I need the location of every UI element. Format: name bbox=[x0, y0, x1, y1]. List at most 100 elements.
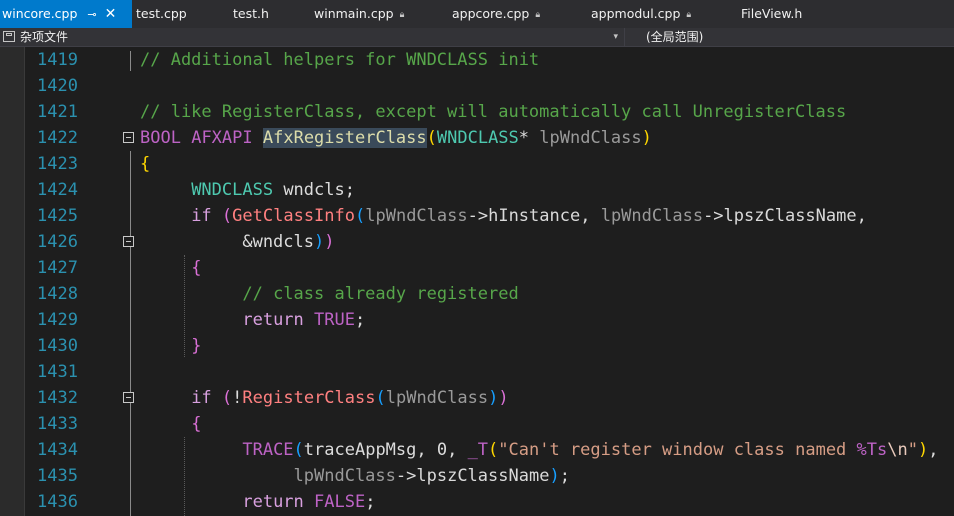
code-text: { bbox=[140, 255, 201, 281]
line-number: 1423 bbox=[37, 154, 78, 174]
tab-bar: wincore.cpp ⊸ ✕ test.cpp test.h winmain.cp… bbox=[0, 0, 954, 28]
tab-label: wincore.cpp bbox=[2, 6, 78, 21]
code-text: return TRUE; bbox=[140, 307, 365, 333]
code-line[interactable]: 1422 BOOL AFXAPI AfxRegisterClass(WNDCLAS… bbox=[0, 125, 954, 151]
code-text: // Additional helpers for WNDCLASS init bbox=[140, 47, 539, 73]
code-line[interactable]: 1430 } bbox=[0, 333, 954, 359]
code-text: // class already registered bbox=[140, 281, 519, 307]
code-token: ( bbox=[488, 440, 499, 460]
code-token: TRACE bbox=[242, 440, 294, 460]
code-token: ) bbox=[324, 232, 335, 252]
code-token: return bbox=[242, 310, 304, 330]
project-scope-dropdown[interactable]: 杂项文件 ▾ bbox=[0, 28, 625, 46]
code-token: " bbox=[907, 440, 918, 460]
code-token: { bbox=[191, 414, 202, 434]
code-token: ) bbox=[641, 128, 652, 148]
code-line[interactable]: 1434 TRACE(traceAppMsg, 0, _T("Can't reg… bbox=[0, 437, 954, 463]
line-number: 1424 bbox=[37, 180, 78, 200]
collapse-toggle-icon[interactable] bbox=[123, 132, 134, 143]
tab-test-cpp[interactable]: test.cpp bbox=[136, 0, 187, 28]
tab-label: test.h bbox=[233, 6, 269, 21]
code-token: ( bbox=[375, 388, 386, 408]
collapse-toggle-icon[interactable] bbox=[123, 236, 134, 247]
code-token: GetClassInfo bbox=[232, 206, 355, 226]
close-icon[interactable]: ✕ bbox=[105, 0, 117, 28]
line-number: 1427 bbox=[37, 258, 78, 278]
code-token: // class already registered bbox=[242, 284, 519, 304]
tab-test-h[interactable]: test.h bbox=[233, 0, 269, 28]
tab-winmain-cpp[interactable]: winmain.cpp 🔒︎ bbox=[314, 0, 404, 28]
code-token: -> bbox=[467, 206, 489, 226]
code-line[interactable]: 1428 // class already registered bbox=[0, 281, 954, 307]
code-token: ( bbox=[293, 440, 304, 460]
code-line[interactable]: 1424 WNDCLASS wndcls; bbox=[0, 177, 954, 203]
code-token: lpszClassName bbox=[723, 206, 857, 226]
code-token: if bbox=[191, 206, 212, 226]
code-line[interactable]: 1436 return FALSE; bbox=[0, 489, 954, 515]
line-number: 1422 bbox=[37, 128, 78, 148]
tab-appcore-cpp[interactable]: appcore.cpp 🔒︎ bbox=[452, 0, 540, 28]
code-editor[interactable]: 1419 // Additional helpers for WNDCLASS i… bbox=[0, 47, 954, 516]
code-token: { bbox=[191, 258, 202, 278]
line-number: 1431 bbox=[37, 362, 78, 382]
code-token: -> bbox=[395, 466, 417, 486]
line-number: 1425 bbox=[37, 206, 78, 226]
code-token: FALSE bbox=[314, 492, 366, 512]
code-token: ) bbox=[917, 440, 929, 460]
code-token: hInstance bbox=[488, 206, 581, 226]
code-text: BOOL AFXAPI AfxRegisterClass(WNDCLASS* l… bbox=[140, 125, 652, 151]
code-line[interactable]: 1426 &wndcls)) bbox=[0, 229, 954, 255]
code-text: } bbox=[140, 333, 201, 359]
pin-icon[interactable]: ⊸ bbox=[87, 1, 96, 29]
code-token: lpWndClass bbox=[600, 206, 704, 226]
line-number: 1435 bbox=[37, 466, 78, 486]
code-line[interactable]: 1421 // like RegisterClass, except will a… bbox=[0, 99, 954, 125]
tab-fileview-h[interactable]: FileView.h bbox=[741, 0, 802, 28]
lock-icon: 🔒︎ bbox=[686, 10, 692, 20]
code-text: TRACE(traceAppMsg, 0, _T("Can't register… bbox=[140, 437, 938, 463]
code-line[interactable]: 1425 if (GetClassInfo(lpWndClass->hInsta… bbox=[0, 203, 954, 229]
code-line[interactable]: 1433 { bbox=[0, 411, 954, 437]
code-token: ; bbox=[365, 492, 376, 512]
tab-wincore-cpp[interactable]: wincore.cpp ⊸ ✕ bbox=[0, 0, 132, 28]
code-line[interactable]: 1427 { bbox=[0, 255, 954, 281]
code-line[interactable]: 1419 // Additional helpers for WNDCLASS i… bbox=[0, 47, 954, 73]
line-number: 1430 bbox=[37, 336, 78, 356]
code-line[interactable]: 1423 { bbox=[0, 151, 954, 177]
code-line[interactable]: 1435 lpWndClass->lpszClassName); bbox=[0, 463, 954, 489]
code-token: // like RegisterClass, except will autom… bbox=[140, 102, 847, 122]
code-token: TRUE bbox=[314, 310, 355, 330]
code-token: _T bbox=[467, 440, 489, 460]
code-token: * bbox=[518, 128, 540, 148]
code-token: WNDCLASS bbox=[436, 128, 519, 148]
line-number: 1434 bbox=[37, 440, 78, 460]
collapse-toggle-icon[interactable] bbox=[123, 392, 134, 403]
code-token: if bbox=[191, 388, 212, 408]
code-token: WNDCLASS bbox=[191, 180, 274, 200]
code-token: traceAppMsg, 0, bbox=[303, 440, 468, 460]
code-text: if (GetClassInfo(lpWndClass->hInstance, … bbox=[140, 203, 867, 229]
code-token: ) bbox=[549, 466, 560, 486]
code-token: lpszClassName bbox=[416, 466, 550, 486]
code-line[interactable]: 1429 return TRUE; bbox=[0, 307, 954, 333]
code-token: ( bbox=[355, 206, 366, 226]
code-token: ; bbox=[559, 466, 570, 486]
code-token: lpWndClass bbox=[385, 388, 489, 408]
line-number: 1421 bbox=[37, 102, 78, 122]
tab-label: appcore.cpp bbox=[452, 6, 530, 21]
line-number: 1429 bbox=[37, 310, 78, 330]
code-text: &wndcls)) bbox=[140, 229, 335, 255]
tab-appmodul-cpp[interactable]: appmodul.cpp 🔒︎ bbox=[591, 0, 691, 28]
member-scope-label: (全局范围) bbox=[646, 30, 704, 44]
code-line[interactable]: 1420 bbox=[0, 73, 954, 99]
code-line[interactable]: 1431 bbox=[0, 359, 954, 385]
line-number: 1428 bbox=[37, 284, 78, 304]
code-line[interactable]: 1432 if (!RegisterClass(lpWndClass)) bbox=[0, 385, 954, 411]
